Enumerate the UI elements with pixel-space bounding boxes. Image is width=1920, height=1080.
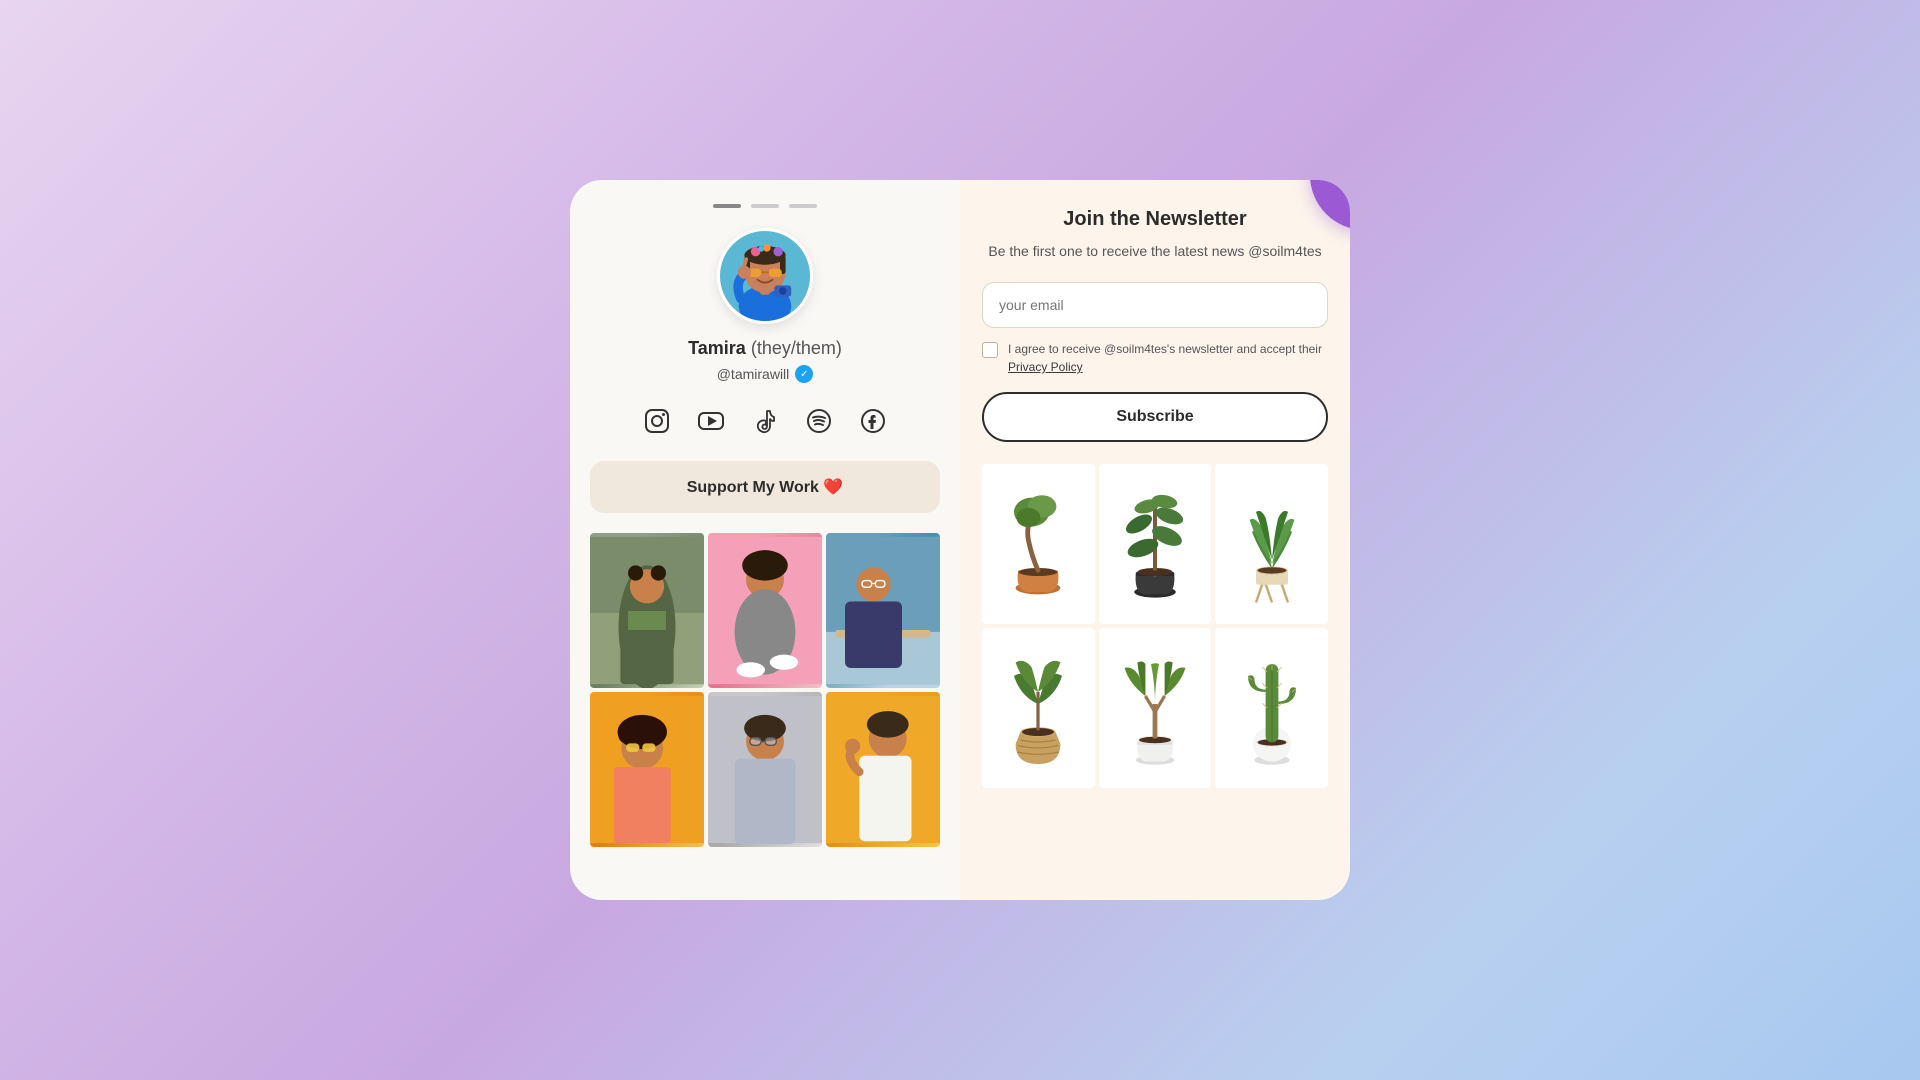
avatar bbox=[717, 228, 813, 324]
tiktok-icon[interactable] bbox=[747, 403, 783, 439]
plant-cell-6[interactable] bbox=[1215, 628, 1328, 788]
photo-cell-6[interactable] bbox=[826, 692, 940, 847]
privacy-policy-link[interactable]: Privacy Policy bbox=[1008, 360, 1083, 374]
photo-cell-4[interactable] bbox=[590, 692, 704, 847]
plant-cell-3[interactable] bbox=[1215, 464, 1328, 624]
facebook-icon[interactable] bbox=[855, 403, 891, 439]
handle-text: @tamirawill bbox=[717, 366, 790, 382]
profile-card: Tamira (they/them) @tamirawill ✓ bbox=[570, 180, 960, 900]
youtube-icon[interactable] bbox=[693, 403, 729, 439]
newsletter-title: Join the Newsletter bbox=[982, 208, 1328, 231]
card-dots bbox=[713, 204, 817, 208]
plant-cell-1[interactable] bbox=[982, 464, 1095, 624]
plant-cell-2[interactable] bbox=[1099, 464, 1212, 624]
plant-cell-5[interactable] bbox=[1099, 628, 1212, 788]
photo-cell-5[interactable] bbox=[708, 692, 822, 847]
dot-1[interactable] bbox=[713, 204, 741, 208]
verified-badge: ✓ bbox=[795, 365, 813, 383]
support-button[interactable]: Support My Work ❤️ bbox=[590, 461, 940, 513]
photo-grid bbox=[590, 533, 940, 847]
newsletter-description: Be the first one to receive the latest n… bbox=[982, 241, 1328, 262]
newsletter-checkbox[interactable] bbox=[982, 342, 998, 358]
plants-grid bbox=[982, 464, 1328, 788]
photo-cell-3[interactable] bbox=[826, 533, 940, 688]
photo-cell-2[interactable] bbox=[708, 533, 822, 688]
spotify-icon[interactable] bbox=[801, 403, 837, 439]
checkbox-label: I agree to receive @soilm4tes's newslett… bbox=[1008, 340, 1328, 376]
plant-cell-4[interactable] bbox=[982, 628, 1095, 788]
newsletter-card: NEW! Join the Newsletter Be the first on… bbox=[960, 180, 1350, 900]
subscribe-button[interactable]: Subscribe bbox=[982, 392, 1328, 442]
pronouns-text: (they/them) bbox=[751, 338, 842, 358]
dot-3[interactable] bbox=[789, 204, 817, 208]
email-input[interactable] bbox=[982, 282, 1328, 328]
profile-name: Tamira (they/them) bbox=[688, 338, 842, 359]
dot-2[interactable] bbox=[751, 204, 779, 208]
profile-handle: @tamirawill ✓ bbox=[717, 365, 814, 383]
checkbox-text: I agree to receive @soilm4tes's newslett… bbox=[1008, 342, 1322, 356]
checkbox-row: I agree to receive @soilm4tes's newslett… bbox=[982, 340, 1328, 376]
photo-cell-1[interactable] bbox=[590, 533, 704, 688]
instagram-icon[interactable] bbox=[639, 403, 675, 439]
name-text: Tamira bbox=[688, 338, 746, 358]
social-icons bbox=[639, 403, 891, 439]
main-container: Tamira (they/them) @tamirawill ✓ bbox=[570, 180, 1350, 900]
